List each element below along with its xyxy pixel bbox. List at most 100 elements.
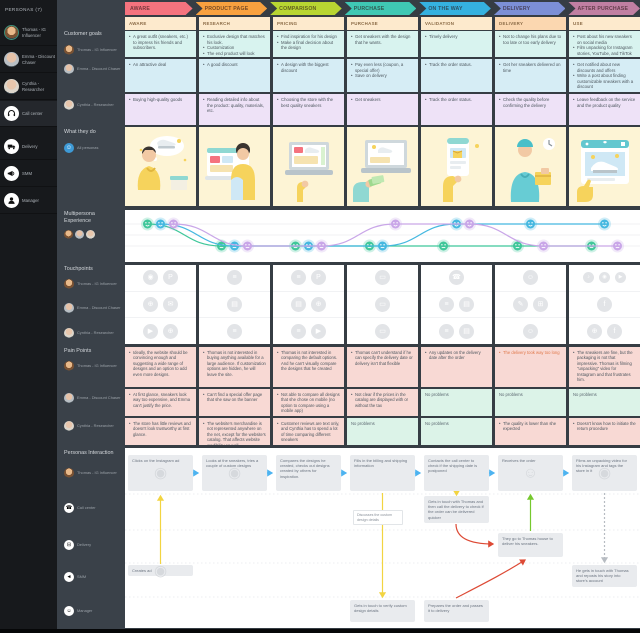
interaction-box[interactable]: Fills in the billing and shipping inform… [350,455,415,491]
site-icon[interactable]: ≡ [227,324,242,339]
stage-on-the-way[interactable]: ON THE WAY [419,2,491,15]
sidebar-item-manager[interactable]: Manager [0,188,57,214]
interaction-box[interactable]: ◉Films an unpacking video for his Instag… [572,455,637,491]
instagram-icon[interactable]: ◉ [143,270,158,285]
facebook-icon[interactable]: f [597,297,612,312]
goal-cell[interactable]: Timely delivery [421,31,492,57]
rail-persona-emma[interactable]: Emma - Discount Chaser [64,64,122,74]
goal-cell[interactable]: Get sneakers [347,94,418,125]
pain-cell[interactable]: Can't find a special offer page that she… [199,389,270,416]
phone-icon[interactable]: ☎ [449,270,464,285]
youtube-icon[interactable]: ▶ [311,324,326,339]
site-icon[interactable]: ≡ [291,324,306,339]
sidebar-item-delivery[interactable]: Delivery [0,134,57,160]
goal-cell[interactable]: Leave feedback on the service and the pr… [569,94,640,125]
pinterest-icon[interactable]: P [311,270,326,285]
touchpoints-cell-product-page[interactable]: ≡ ▤ ≡ [199,265,270,344]
experience-point[interactable] [376,240,389,253]
experience-point[interactable] [315,240,328,253]
interaction-box[interactable]: They go to Thomas house to deliver his s… [498,533,563,557]
goal-cell[interactable]: Post about his new sneakers on social me… [569,31,640,57]
substage-delivery[interactable]: DELIVERY [495,17,566,30]
experience-point[interactable] [241,240,254,253]
pain-cell[interactable]: The delivery took way too long [495,347,566,387]
experience-point[interactable] [141,218,154,231]
pinterest-icon[interactable]: P [163,270,178,285]
pain-cell[interactable]: The sneakers are fine, but the packaging… [569,347,640,387]
goal-cell[interactable]: Get notified about new discounts and off… [569,59,640,92]
experience-point[interactable] [524,218,537,231]
goal-cell[interactable]: Check the quality before confirming the … [495,94,566,125]
note-icon[interactable]: ✎ [513,297,528,312]
pain-cell[interactable]: At first glance, sneakers look way too e… [125,389,196,416]
card-icon[interactable]: ▭ [375,324,390,339]
interaction-box[interactable]: He gets in touch with Thomas and reposts… [572,565,637,587]
profile-icon[interactable]: ▤ [459,324,474,339]
profile-icon[interactable]: ▤ [227,297,242,312]
rail-persona-cynthia[interactable]: Cynthia - Researcher [64,100,122,110]
sidebar-item-emma[interactable]: Emma - Discount Chaser [0,47,57,73]
experience-chart[interactable] [125,210,640,262]
touchpoints-cell-on-the-way[interactable]: ☎≡▤≡▤ [421,265,492,344]
substage-use[interactable]: USE [569,17,640,30]
pain-cell[interactable]: No problems [421,418,492,445]
interaction-box[interactable]: Gets in touch with Thomas and then call … [424,496,489,523]
goal-cell[interactable]: Find inspiration for his designMake a fi… [273,31,344,57]
goal-cell[interactable]: Track the order status. [421,94,492,125]
email-icon[interactable]: ✉ [163,297,178,312]
site-icon[interactable]: ≡ [439,297,454,312]
interaction-box[interactable]: ◉Creates ad [128,565,193,576]
goal-cell[interactable]: A great outfit (sneakers, etc.) to impre… [125,31,196,57]
goal-cell[interactable]: Track the order status. [421,59,492,92]
interaction-box[interactable]: Compares the designs he created, checks … [276,455,341,491]
substage-aware[interactable]: AWARE [125,17,196,30]
pain-cell[interactable]: Not clear if the prices in the catalog a… [347,389,418,416]
interaction-box[interactable]: ◉Looks at the sneakers, tries a couple o… [202,455,267,491]
goal-cell[interactable]: Pay even less (coupon, a special offer)S… [347,59,418,92]
experience-point[interactable] [598,218,611,231]
substage-pricing[interactable]: PRICING [273,17,344,30]
experience-point[interactable] [154,218,167,231]
web-icon[interactable]: ⊕ [163,324,178,339]
interaction-note[interactable]: Discusses the custom design details [353,510,403,525]
pain-cell[interactable]: Customer reviews are text only, and Cynt… [273,418,344,445]
pain-cell[interactable]: Thomas can't understand if he can specif… [347,347,418,387]
site-icon[interactable]: ≡ [227,270,242,285]
sidebar-item-smm[interactable]: SMM [0,161,57,187]
sidebar-item-thomas[interactable]: Thomas - IG Influencer [0,20,57,46]
personas-interaction-canvas[interactable]: Discusses the custom design details ◉Cli… [125,448,640,628]
stage-delivery[interactable]: DELIVERY [494,2,566,15]
pain-cell[interactable]: Any updates on the delivery date after t… [421,347,492,387]
tiktok-icon[interactable]: ♪ [583,272,594,283]
interaction-box[interactable]: Gets in touch to verify custom design de… [350,600,415,622]
substage-research[interactable]: RESEARCH [199,17,270,30]
web-icon[interactable]: ⊕ [143,297,158,312]
touchpoints-cell-after-purchase[interactable]: ♪◉▶f⊕f [569,265,640,344]
stage-after-purchase[interactable]: AFTER PURCHASE [568,2,640,15]
goal-cell[interactable]: Get sneakers with the design that he wan… [347,31,418,57]
person-icon[interactable]: ☺ [523,270,538,285]
experience-point[interactable] [463,218,476,231]
pain-cell[interactable]: The quality is lower than she expected [495,418,566,445]
pain-cell[interactable]: No problems [569,389,640,416]
sidebar-item-cynthia[interactable]: Cynthia - Researcher [0,74,57,100]
goal-cell[interactable]: An attractive deal [125,59,196,92]
goal-cell[interactable]: A good discount [199,59,270,92]
youtube-icon[interactable]: ▶ [143,324,158,339]
stage-aware[interactable]: AWARE [125,2,193,15]
substage-purchase[interactable]: PURCHASE [347,17,418,30]
web-icon[interactable]: ⊕ [311,297,326,312]
goal-cell[interactable]: Get her sneakers delivered on time [495,59,566,92]
profile-icon[interactable]: ▤ [291,297,306,312]
pain-cell[interactable]: No problems [495,389,566,416]
stage-purchase[interactable]: PURCHASE [345,2,417,15]
interaction-box[interactable]: Contacts the call center to check if the… [424,455,489,491]
sidebar-item-call-center[interactable]: Call center [0,101,57,127]
youtube-icon[interactable]: ▶ [615,272,626,283]
card-icon[interactable]: ▭ [375,270,390,285]
pain-cell[interactable]: Not able to compare all designs that she… [273,389,344,416]
experience-point[interactable] [611,240,624,253]
facebook-icon[interactable]: f [607,324,622,339]
person-icon[interactable]: ☺ [523,324,538,339]
profile-icon[interactable]: ▤ [459,297,474,312]
